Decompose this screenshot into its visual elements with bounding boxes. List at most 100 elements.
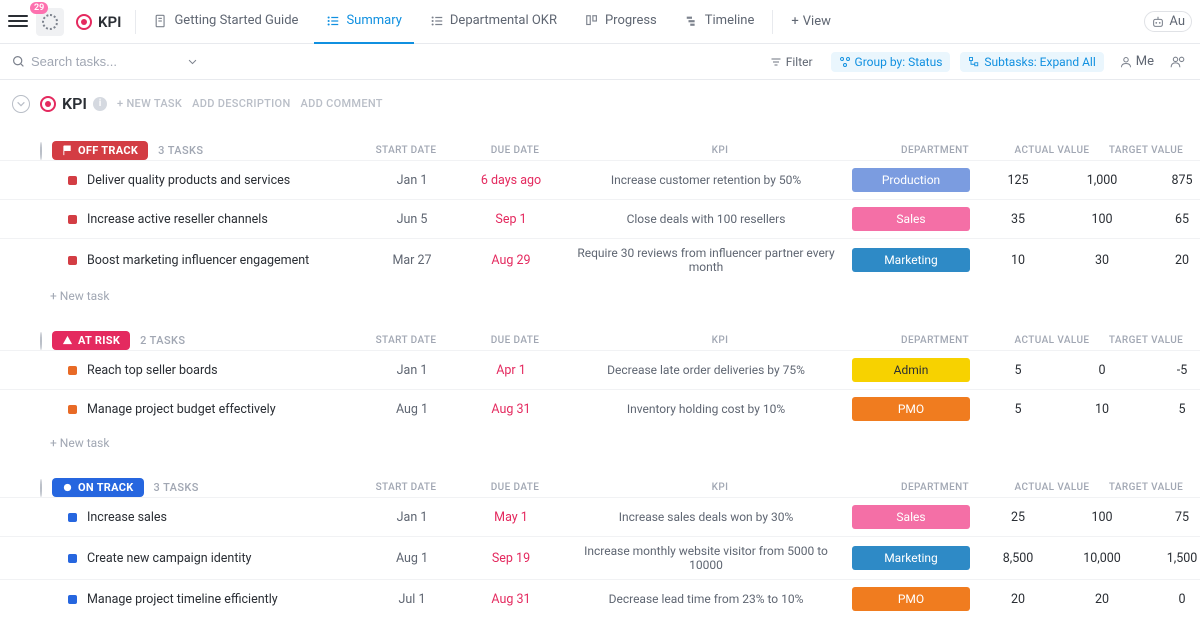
task-target-value[interactable]: 100 bbox=[1060, 510, 1144, 525]
task-target-value[interactable]: 10,000 bbox=[1060, 551, 1144, 566]
status-square-icon[interactable] bbox=[68, 554, 77, 563]
task-due-date[interactable]: Sep 1 bbox=[456, 212, 566, 227]
status-square-icon[interactable] bbox=[68, 176, 77, 185]
task-start-date[interactable]: Aug 1 bbox=[368, 402, 456, 417]
status-square-icon[interactable] bbox=[68, 405, 77, 414]
department-chip[interactable]: PMO bbox=[852, 397, 970, 421]
col-header-actual[interactable]: ACTUAL VALUE bbox=[1010, 145, 1094, 156]
task-row[interactable]: Reach top seller boards Jan 1 Apr 1 Decr… bbox=[0, 350, 1200, 389]
department-chip[interactable]: Marketing bbox=[852, 248, 970, 272]
col-header-due[interactable]: DUE DATE bbox=[460, 335, 570, 346]
tab-progress[interactable]: Progress bbox=[573, 0, 669, 44]
task-due-date[interactable]: Aug 31 bbox=[456, 592, 566, 607]
group-collapse-button[interactable] bbox=[40, 142, 42, 160]
task-row[interactable]: Manage project timeline efficiently Jul … bbox=[0, 579, 1200, 618]
group-collapse-button[interactable] bbox=[40, 479, 42, 497]
chevron-down-icon[interactable] bbox=[187, 56, 198, 67]
tab-summary[interactable]: Summary bbox=[314, 0, 413, 44]
task-start-date[interactable]: Jan 1 bbox=[368, 173, 456, 188]
col-header-target[interactable]: TARGET VALUE bbox=[1104, 145, 1188, 156]
task-difference[interactable]: 20 bbox=[1144, 253, 1200, 268]
task-actual-value[interactable]: 8,500 bbox=[976, 551, 1060, 566]
tab-getting-started[interactable]: Getting Started Guide bbox=[142, 0, 310, 44]
task-actual-value[interactable]: 125 bbox=[976, 173, 1060, 188]
task-kpi[interactable]: Decrease lead time from 23% to 10% bbox=[566, 592, 846, 606]
new-task-inline[interactable]: + New task bbox=[0, 281, 1200, 311]
group-collapse-button[interactable] bbox=[40, 332, 42, 350]
automations-button[interactable]: Au bbox=[1144, 11, 1192, 32]
status-pill[interactable]: OFF TRACK bbox=[52, 141, 148, 160]
task-start-date[interactable]: Jul 1 bbox=[368, 592, 456, 607]
assignees-button[interactable] bbox=[1170, 55, 1188, 69]
col-header-due[interactable]: DUE DATE bbox=[460, 145, 570, 156]
add-view-button[interactable]: + View bbox=[779, 14, 843, 29]
department-chip[interactable]: Admin bbox=[852, 358, 970, 382]
task-target-value[interactable]: 100 bbox=[1060, 212, 1144, 227]
task-start-date[interactable]: Jun 5 bbox=[368, 212, 456, 227]
department-chip[interactable]: Marketing bbox=[852, 546, 970, 570]
task-target-value[interactable]: 0 bbox=[1060, 363, 1144, 378]
task-due-date[interactable]: Aug 29 bbox=[456, 253, 566, 268]
col-header-kpi[interactable]: KPI bbox=[580, 335, 860, 346]
col-header-start[interactable]: START DATE bbox=[362, 145, 450, 156]
task-row[interactable]: Deliver quality products and services Ja… bbox=[0, 160, 1200, 199]
col-header-due[interactable]: DUE DATE bbox=[460, 482, 570, 493]
col-header-department[interactable]: DEPARTMENT bbox=[870, 145, 1000, 156]
add-comment-button[interactable]: ADD COMMENT bbox=[301, 97, 383, 110]
group-by-button[interactable]: Group by: Status bbox=[831, 52, 951, 72]
search-input[interactable] bbox=[31, 54, 151, 69]
task-target-value[interactable]: 10 bbox=[1060, 402, 1144, 417]
task-kpi[interactable]: Decrease late order deliveries by 75% bbox=[566, 363, 846, 377]
col-header-actual[interactable]: ACTUAL VALUE bbox=[1010, 482, 1094, 493]
task-difference[interactable]: 5 bbox=[1144, 402, 1200, 417]
subtasks-button[interactable]: Subtasks: Expand All bbox=[960, 52, 1103, 72]
status-square-icon[interactable] bbox=[68, 513, 77, 522]
task-actual-value[interactable]: 5 bbox=[976, 363, 1060, 378]
task-due-date[interactable]: Apr 1 bbox=[456, 363, 566, 378]
task-start-date[interactable]: Jan 1 bbox=[368, 363, 456, 378]
task-actual-value[interactable]: 20 bbox=[976, 592, 1060, 607]
task-actual-value[interactable]: 25 bbox=[976, 510, 1060, 525]
task-start-date[interactable]: Mar 27 bbox=[368, 253, 456, 268]
task-target-value[interactable]: 1,000 bbox=[1060, 173, 1144, 188]
col-header-start[interactable]: START DATE bbox=[362, 335, 450, 346]
col-header-department[interactable]: DEPARTMENT bbox=[870, 482, 1000, 493]
status-pill[interactable]: ON TRACK bbox=[52, 478, 144, 497]
task-start-date[interactable]: Jan 1 bbox=[368, 510, 456, 525]
status-pill[interactable]: AT RISK bbox=[52, 331, 130, 350]
task-difference[interactable]: 75 bbox=[1144, 510, 1200, 525]
me-button[interactable]: Me bbox=[1114, 54, 1160, 69]
task-row[interactable]: Create new campaign identity Aug 1 Sep 1… bbox=[0, 536, 1200, 579]
task-due-date[interactable]: 6 days ago bbox=[456, 173, 566, 188]
task-row[interactable]: Boost marketing influencer engagement Ma… bbox=[0, 238, 1200, 281]
task-difference[interactable]: 1,500 bbox=[1144, 551, 1200, 566]
task-start-date[interactable]: Aug 1 bbox=[368, 551, 456, 566]
department-chip[interactable]: Sales bbox=[852, 207, 970, 231]
task-kpi[interactable]: Close deals with 100 resellers bbox=[566, 212, 846, 226]
task-target-value[interactable]: 30 bbox=[1060, 253, 1144, 268]
status-square-icon[interactable] bbox=[68, 215, 77, 224]
filter-button[interactable]: Filter bbox=[762, 52, 821, 72]
collapse-all-button[interactable] bbox=[12, 95, 30, 113]
col-header-department[interactable]: DEPARTMENT bbox=[870, 335, 1000, 346]
tab-timeline[interactable]: Timeline bbox=[673, 0, 767, 44]
task-difference[interactable]: 65 bbox=[1144, 212, 1200, 227]
col-header-target[interactable]: TARGET VALUE bbox=[1104, 482, 1188, 493]
department-chip[interactable]: PMO bbox=[852, 587, 970, 611]
task-kpi[interactable]: Increase sales deals won by 30% bbox=[566, 510, 846, 524]
task-due-date[interactable]: May 1 bbox=[456, 510, 566, 525]
department-chip[interactable]: Production bbox=[852, 168, 970, 192]
new-task-inline[interactable]: + New task bbox=[0, 428, 1200, 458]
task-difference[interactable]: 0 bbox=[1144, 592, 1200, 607]
workspace-title[interactable]: KPI bbox=[68, 13, 129, 31]
add-description-button[interactable]: ADD DESCRIPTION bbox=[192, 97, 290, 110]
task-row[interactable]: Increase sales Jan 1 May 1 Increase sale… bbox=[0, 497, 1200, 536]
new-task-button[interactable]: + NEW TASK bbox=[117, 97, 182, 110]
col-header-kpi[interactable]: KPI bbox=[580, 482, 860, 493]
task-actual-value[interactable]: 5 bbox=[976, 402, 1060, 417]
menu-icon[interactable] bbox=[8, 15, 28, 29]
activity-button[interactable]: 29 bbox=[36, 8, 64, 36]
task-due-date[interactable]: Sep 19 bbox=[456, 551, 566, 566]
task-due-date[interactable]: Aug 31 bbox=[456, 402, 566, 417]
task-difference[interactable]: 875 bbox=[1144, 173, 1200, 188]
